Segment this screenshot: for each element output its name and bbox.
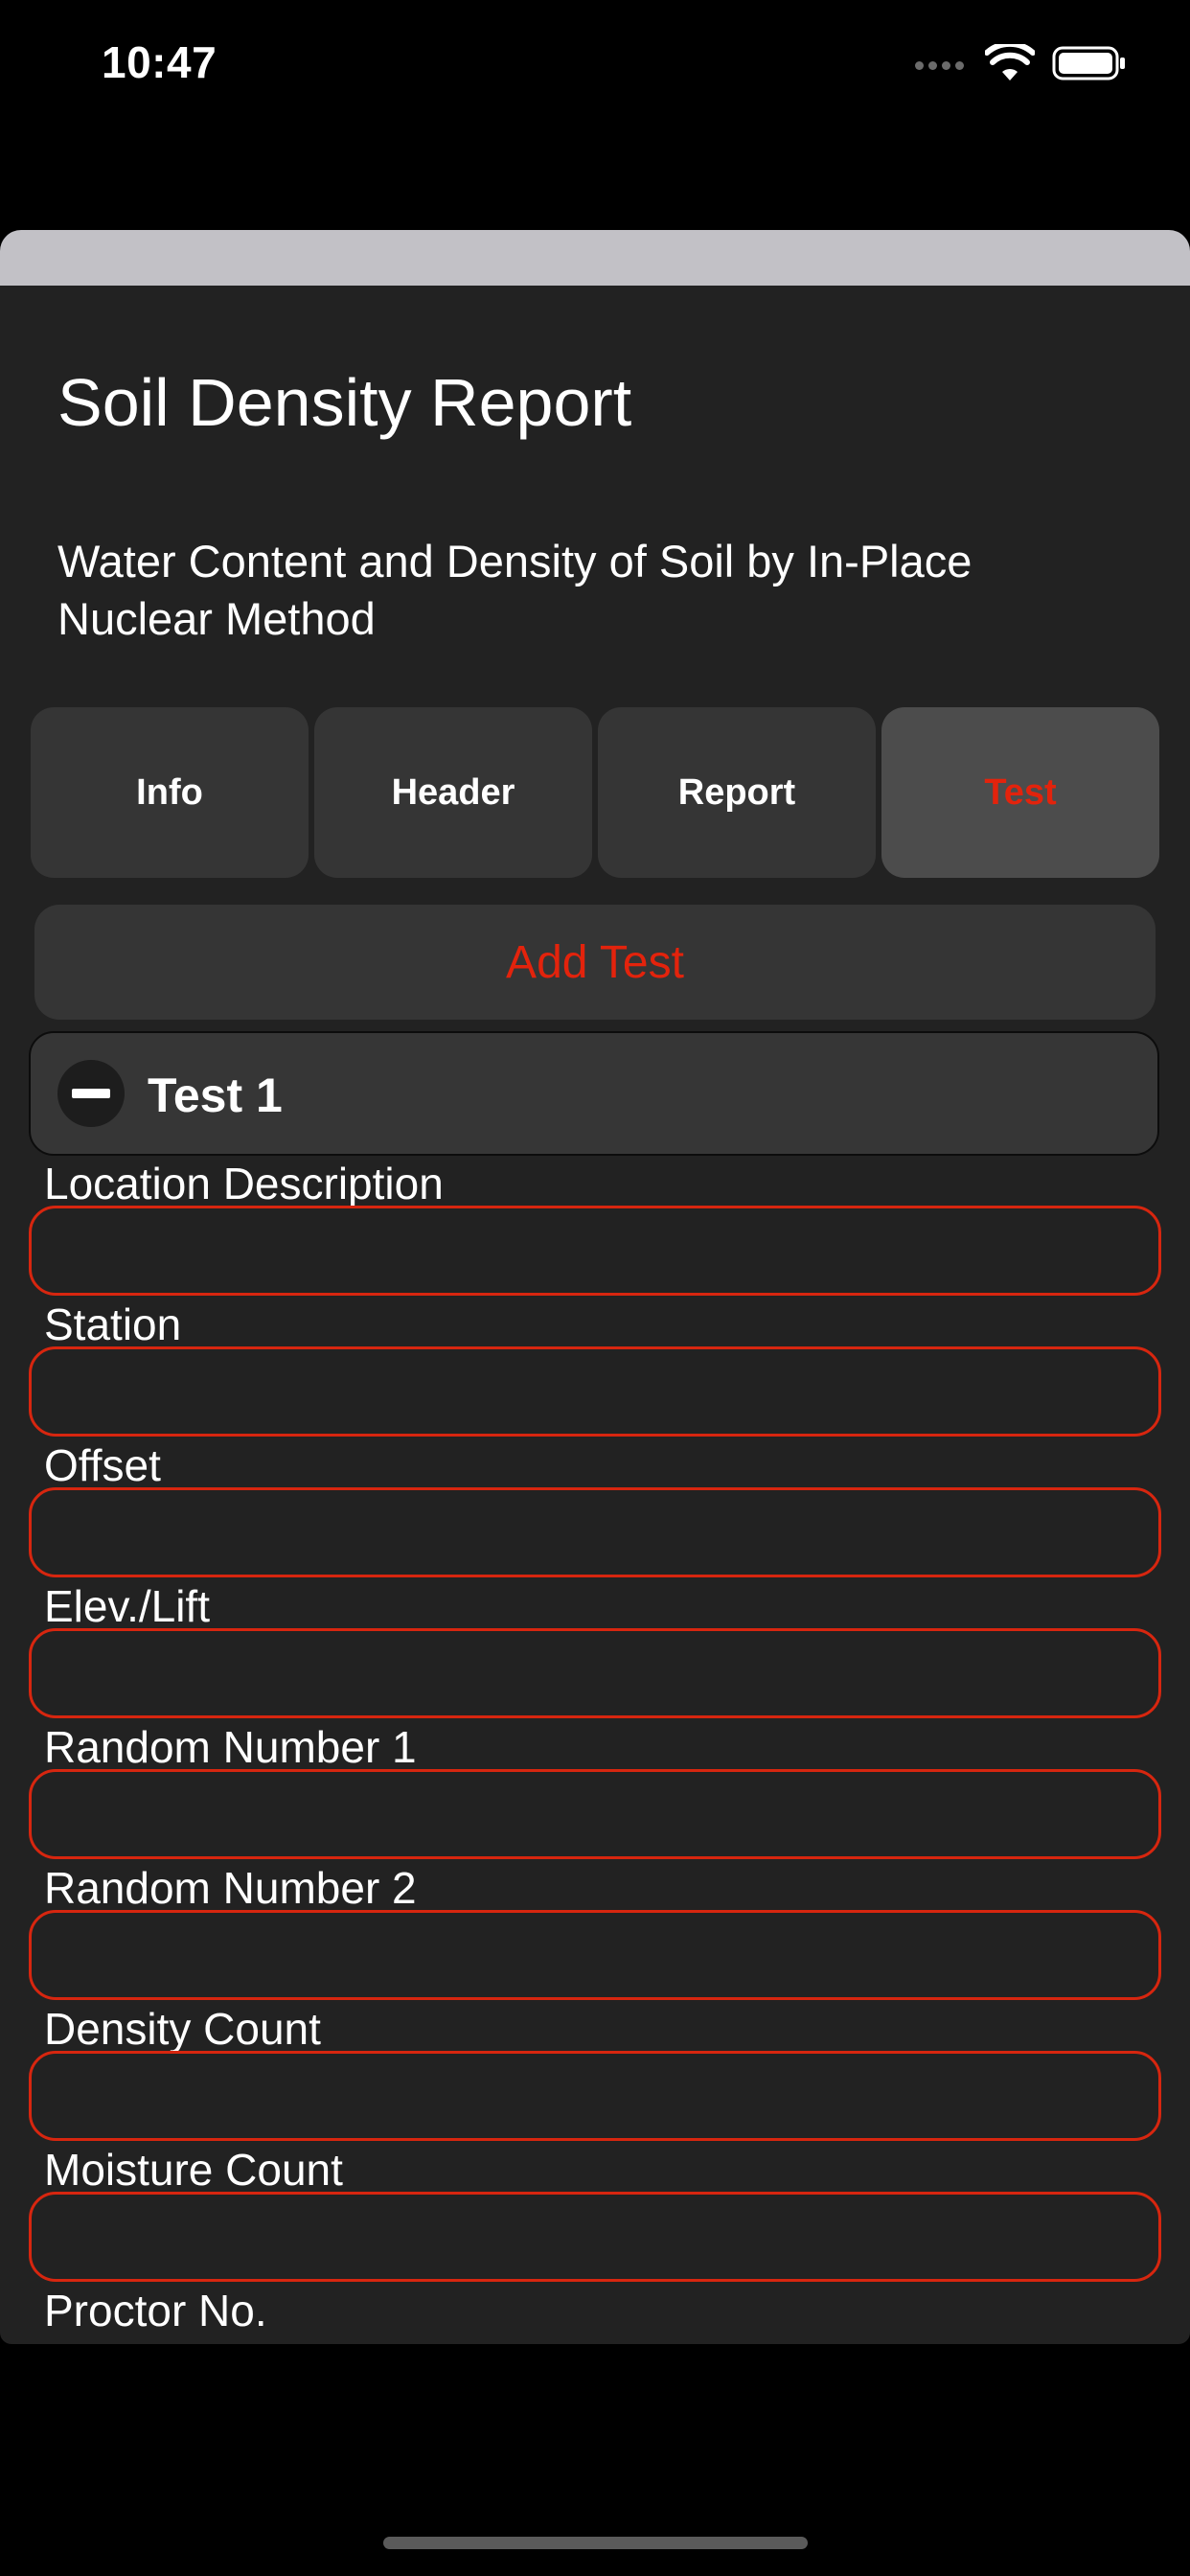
status-time: 10:47	[102, 37, 217, 87]
density-count-input[interactable]	[29, 2051, 1161, 2141]
page-subtitle: Water Content and Density of Soil by In-…	[57, 536, 973, 644]
location-description-label: Location Description	[44, 1159, 444, 1208]
tab-header[interactable]: Header	[314, 707, 592, 878]
tab-report[interactable]: Report	[598, 707, 876, 878]
battery-icon	[1052, 46, 1125, 80]
tab-info[interactable]: Info	[31, 707, 309, 878]
home-indicator[interactable]	[383, 2537, 808, 2549]
random-number-1-label: Random Number 1	[44, 1722, 417, 1772]
station-label: Station	[44, 1300, 182, 1349]
random-number-2-label: Random Number 2	[44, 1863, 417, 1913]
cellular-signal-icon	[915, 61, 964, 70]
page-title: Soil Density Report	[57, 365, 632, 440]
proctor-no-label: Proctor No.	[44, 2286, 267, 2335]
offset-input[interactable]	[29, 1487, 1161, 1577]
random-number-1-input[interactable]	[29, 1769, 1161, 1859]
offset-label: Offset	[44, 1440, 161, 1490]
location-description-input[interactable]	[29, 1206, 1161, 1296]
tab-bar: Info Header Report Test	[31, 707, 1159, 878]
tab-test[interactable]: Test	[881, 707, 1159, 878]
station-input[interactable]	[29, 1346, 1161, 1437]
elev-lift-input[interactable]	[29, 1628, 1161, 1718]
density-count-label: Density Count	[44, 2004, 321, 2054]
moisture-count-label: Moisture Count	[44, 2145, 343, 2195]
test-section-header[interactable]: Test 1	[29, 1031, 1159, 1156]
add-test-button[interactable]: Add Test	[34, 905, 1156, 1020]
sheet-grabber[interactable]	[0, 230, 1190, 289]
status-bar: 10:47	[0, 0, 1190, 134]
moisture-count-input[interactable]	[29, 2192, 1161, 2282]
random-number-2-input[interactable]	[29, 1910, 1161, 2000]
test-title: Test 1	[148, 1069, 283, 1122]
collapse-minus-icon[interactable]	[57, 1060, 125, 1127]
elev-lift-label: Elev./Lift	[44, 1581, 210, 1631]
wifi-icon	[985, 44, 1035, 80]
